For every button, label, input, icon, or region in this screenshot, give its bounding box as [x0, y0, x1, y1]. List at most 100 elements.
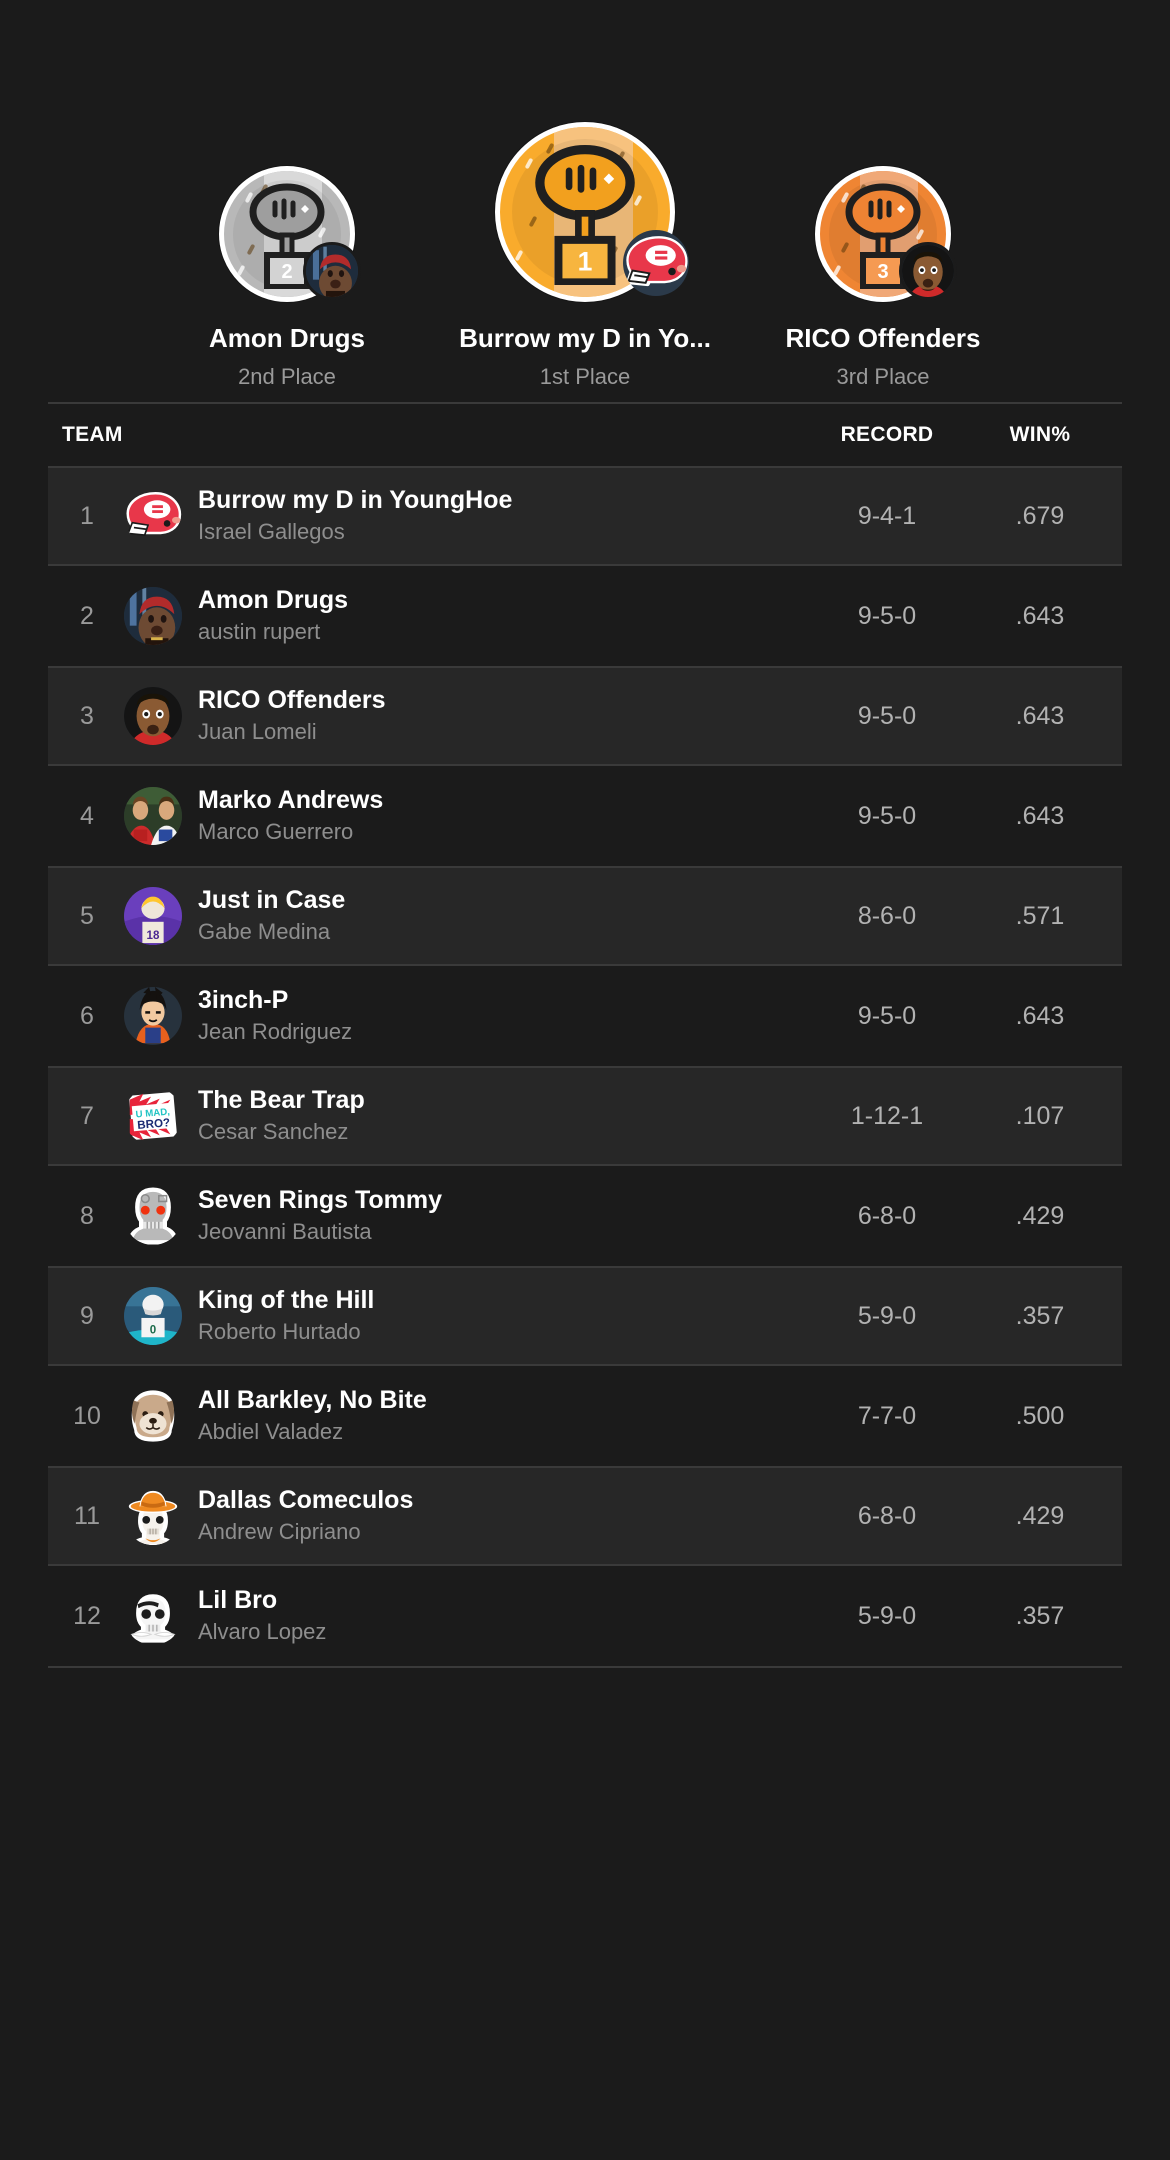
record-value: 5-9-0	[857, 1301, 917, 1330]
anime-character-avatar	[124, 987, 182, 1045]
table-row[interactable]: 10 All Barkley, No Bite Abdiel Valadez 7…	[48, 1366, 1122, 1466]
owner-name: Marco Guerrero	[198, 819, 354, 845]
owner-name: Roberto Hurtado	[198, 1319, 361, 1345]
table-bottom-divider	[48, 1666, 1122, 1668]
table-row[interactable]: 12 Lil Bro Alvaro Lopez 5-9-0 .357	[48, 1566, 1122, 1666]
team-name: Amon Drugs	[198, 585, 348, 614]
owner-name: Jean Rodriguez	[198, 1019, 353, 1045]
winpct-value: .107	[1015, 1101, 1065, 1130]
table-row[interactable]: 3 RICO Offenders Juan Lomeli 9-5-0 .643	[48, 666, 1122, 766]
podium-slot-first[interactable]: 1 Burrow my D in Yo... 1st Place	[436, 122, 734, 390]
team-name: All Barkley, No Bite	[198, 1385, 427, 1414]
cartoon-man-face-avatar	[899, 242, 957, 301]
table-row[interactable]: 4 Marko Andrews Marco Guerrero 9-5-0 .64…	[48, 766, 1122, 866]
rank-number: 3	[80, 701, 94, 730]
winpct-value: .643	[1015, 1001, 1065, 1030]
rapper-photo-avatar	[124, 587, 182, 645]
record-value: 7-7-0	[857, 1401, 917, 1430]
team-info: Just in Case Gabe Medina	[198, 885, 802, 947]
rank-number: 8	[80, 1201, 94, 1230]
owner-name: Juan Lomeli	[198, 719, 317, 745]
table-row[interactable]: 9 0 King of the Hill Roberto Hurtado 5-9…	[48, 1266, 1122, 1366]
medal-badge-second: 2	[219, 166, 361, 303]
cartoon-man-face-avatar	[124, 687, 182, 745]
team-info: Seven Rings Tommy Jeovanni Bautista	[198, 1185, 802, 1247]
winpct-value: .500	[1015, 1401, 1065, 1430]
podium-place-label: 3rd Place	[836, 364, 930, 389]
winpct-value: .643	[1015, 801, 1065, 830]
pirate-skull-icon	[124, 1587, 182, 1645]
podium: 2 Amon Drugs 2nd Place 1 Burrow my D in …	[0, 0, 1170, 390]
rank-number: 6	[80, 1001, 94, 1030]
team-name: Burrow my D in YoungHoe	[198, 485, 513, 514]
record-value: 6-8-0	[857, 1501, 917, 1530]
team-name: 3inch-P	[198, 985, 289, 1014]
record-value: 1-12-1	[850, 1101, 924, 1130]
team-info: Lil Bro Alvaro Lopez	[198, 1585, 802, 1647]
podium-place-label: 1st Place	[539, 364, 631, 389]
dog-face-icon	[124, 1387, 182, 1445]
podium-team-name: Amon Drugs	[209, 323, 365, 354]
rank-number: 10	[73, 1401, 101, 1430]
team-info: King of the Hill Roberto Hurtado	[198, 1285, 802, 1347]
svg-text:1: 1	[578, 247, 593, 277]
vikings-player-photo-avatar: 18	[124, 887, 182, 945]
winpct-value: .357	[1015, 1301, 1065, 1330]
record-value: 5-9-0	[857, 1601, 917, 1630]
owner-name: Cesar Sanchez	[198, 1119, 349, 1145]
avatar	[303, 242, 361, 301]
rank-number: 11	[74, 1501, 100, 1530]
red-football-helmet-icon	[124, 487, 182, 545]
team-info: Dallas Comeculos Andrew Cipriano	[198, 1485, 802, 1547]
cowboy-skull-icon	[124, 1487, 182, 1545]
owner-name: Andrew Cipriano	[198, 1519, 361, 1545]
table-row[interactable]: 7 U MAD, BRO? The Bear Trap Cesar Sanche…	[48, 1066, 1122, 1166]
table-row[interactable]: 5 18 Just in Case Gabe Medina 8-6-0 .571	[48, 866, 1122, 966]
column-header-team: TEAM	[62, 423, 123, 446]
owner-name: Israel Gallegos	[198, 519, 345, 545]
rank-number: 12	[73, 1601, 101, 1630]
terminator-skull-icon	[124, 1187, 182, 1245]
winpct-value: .643	[1015, 701, 1065, 730]
podium-team-name: Burrow my D in Yo...	[459, 323, 711, 354]
svg-text:3: 3	[877, 261, 888, 283]
team-info: Burrow my D in YoungHoe Israel Gallegos	[198, 485, 802, 547]
team-info: Amon Drugs austin rupert	[198, 585, 802, 647]
table-header-row: TEAM RECORD WIN%	[48, 404, 1122, 466]
owner-name: Gabe Medina	[198, 919, 331, 945]
winpct-value: .571	[1015, 901, 1065, 930]
team-info: 3inch-P Jean Rodriguez	[198, 985, 802, 1047]
dolphins-player-photo-avatar: 0	[124, 1287, 182, 1345]
svg-text:0: 0	[150, 1323, 156, 1336]
record-value: 8-6-0	[857, 901, 917, 930]
team-info: RICO Offenders Juan Lomeli	[198, 685, 802, 747]
podium-slot-third[interactable]: 3 RICO Offenders 3rd Place	[734, 166, 1032, 390]
team-name: RICO Offenders	[198, 685, 386, 714]
owner-name: Alvaro Lopez	[198, 1619, 327, 1645]
team-name: The Bear Trap	[198, 1085, 365, 1114]
rank-number: 7	[80, 1101, 94, 1130]
rank-number: 1	[80, 501, 94, 530]
record-value: 9-5-0	[857, 601, 917, 630]
table-row[interactable]: 11 Dallas Comeculos Andrew Cipriano 6-8-…	[48, 1466, 1122, 1566]
winpct-value: .357	[1015, 1601, 1065, 1630]
u-mad-bro-sticker-icon: U MAD, BRO?	[124, 1087, 182, 1145]
table-row[interactable]: 2 Amon Drugs austin rupert 9-5-0 .643	[48, 566, 1122, 666]
team-info: All Barkley, No Bite Abdiel Valadez	[198, 1385, 802, 1447]
team-name: King of the Hill	[198, 1285, 375, 1314]
column-header-winpct: WIN%	[1009, 423, 1071, 446]
svg-text:18: 18	[147, 929, 160, 942]
column-header-record: RECORD	[840, 423, 934, 446]
table-row[interactable]: 6 3inch-P Jean Rodriguez 9-5-0 .643	[48, 966, 1122, 1066]
table-row[interactable]: 8 Seven Rings Tommy Jeovanni Bautista 6-…	[48, 1166, 1122, 1266]
team-name: Seven Rings Tommy	[198, 1185, 443, 1214]
team-name: Lil Bro	[198, 1585, 278, 1614]
table-row[interactable]: 1 Burrow my D in YoungHoe Israel Gallego…	[48, 466, 1122, 566]
owner-name: Jeovanni Bautista	[198, 1219, 372, 1245]
record-value: 9-5-0	[857, 801, 917, 830]
record-value: 9-5-0	[857, 701, 917, 730]
podium-slot-second[interactable]: 2 Amon Drugs 2nd Place	[138, 166, 436, 390]
winpct-value: .429	[1015, 1501, 1065, 1530]
record-value: 6-8-0	[857, 1201, 917, 1230]
podium-place-label: 2nd Place	[238, 364, 336, 389]
